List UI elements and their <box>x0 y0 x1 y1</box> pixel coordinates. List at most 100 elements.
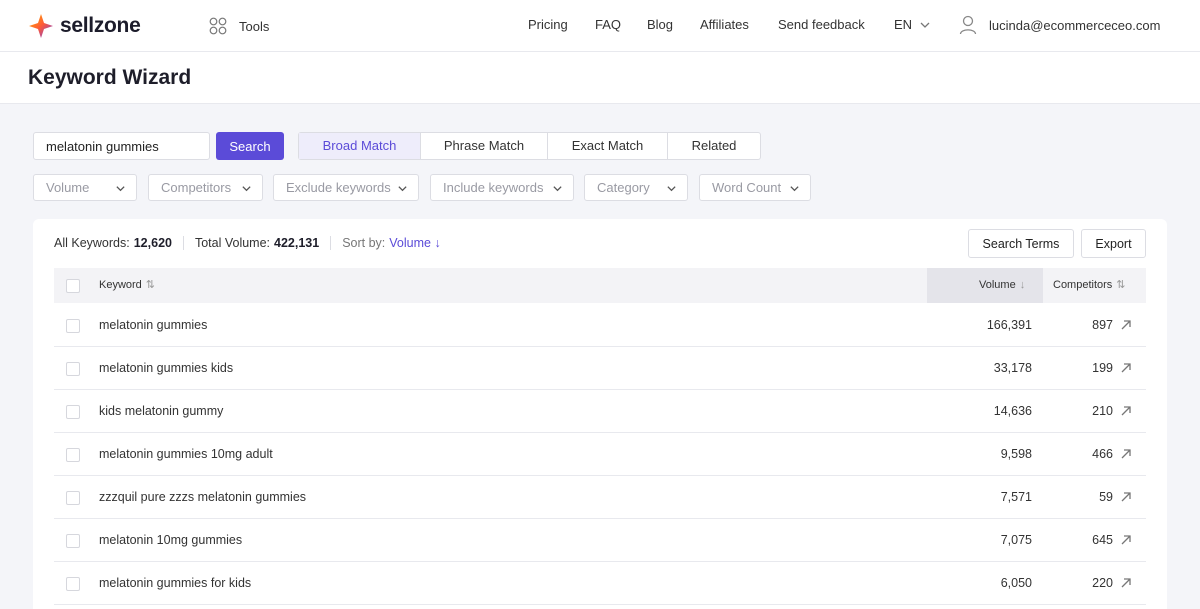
row-competitors: 466 <box>1092 447 1113 461</box>
row-volume: 14,636 <box>993 404 1032 418</box>
external-link-arrow-icon[interactable] <box>1120 405 1132 417</box>
chevron-down-icon <box>116 186 125 192</box>
search-button[interactable]: Search <box>216 132 284 160</box>
tab-broad-match[interactable]: Broad Match <box>299 133 421 159</box>
tab-related[interactable]: Related <box>668 133 760 159</box>
results-summary: All Keywords: 12,620 Total Volume: 422,1… <box>54 236 441 250</box>
filter-competitors[interactable]: Competitors <box>148 174 263 201</box>
brand-name: sellzone <box>60 14 141 37</box>
filter-exclude-keywords[interactable]: Exclude keywords <box>273 174 419 201</box>
nav-affiliates[interactable]: Affiliates <box>700 17 749 32</box>
chevron-down-icon <box>553 186 562 192</box>
row-keyword[interactable]: melatonin gummies for kids <box>99 576 251 590</box>
sort-down-arrow-icon: ↓ <box>1019 279 1026 291</box>
sort-arrows-icon: ⇅ <box>145 279 156 291</box>
tools-label: Tools <box>239 18 270 34</box>
row-competitors: 199 <box>1092 361 1113 375</box>
user-account-menu[interactable]: lucinda@ecommerceceo.com <box>959 15 1160 35</box>
filter-volume[interactable]: Volume <box>33 174 137 201</box>
total-volume-label: Total Volume: <box>194 236 271 250</box>
nav-send-feedback[interactable]: Send feedback <box>778 17 865 32</box>
filter-include-keywords[interactable]: Include keywords <box>430 174 574 201</box>
nav-faq[interactable]: FAQ <box>595 17 621 32</box>
table-row[interactable]: melatonin 10mg gummies 7,075 645 <box>54 519 1146 562</box>
table-row[interactable]: melatonin gummies for kids 6,050 220 <box>54 562 1146 605</box>
row-volume: 33,178 <box>993 361 1032 375</box>
row-checkbox[interactable] <box>66 448 80 462</box>
row-volume: 166,391 <box>986 318 1032 332</box>
row-checkbox[interactable] <box>66 362 80 376</box>
tools-menu[interactable]: Tools <box>209 16 269 36</box>
all-keywords-label: All Keywords: <box>54 236 130 250</box>
filter-category[interactable]: Category <box>584 174 688 201</box>
row-keyword[interactable]: melatonin gummies kids <box>99 361 233 375</box>
chevron-down-icon <box>398 186 407 192</box>
language-selector[interactable]: EN <box>894 17 931 32</box>
external-link-arrow-icon[interactable] <box>1120 362 1132 374</box>
column-header-keyword-label: Keyword <box>99 279 142 291</box>
user-icon <box>959 15 977 35</box>
user-email: lucinda@ecommerceceo.com <box>989 17 1161 33</box>
filter-word-count[interactable]: Word Count <box>699 174 811 201</box>
row-keyword[interactable]: melatonin 10mg gummies <box>99 533 242 547</box>
row-competitors: 210 <box>1092 404 1113 418</box>
top-navigation-bar: sellzone Tools Pricing FAQ Blog Affiliat… <box>0 0 1200 52</box>
row-volume: 7,571 <box>1000 490 1032 504</box>
column-header-competitors-label: Competitors <box>1053 279 1113 291</box>
column-header-keyword[interactable]: Keyword ⇅ <box>99 268 155 303</box>
external-link-arrow-icon[interactable] <box>1120 319 1132 331</box>
sort-arrows-icon: ⇅ <box>1116 279 1126 291</box>
divider <box>330 236 332 250</box>
column-header-volume[interactable]: Volume ↓ <box>979 268 1025 303</box>
row-checkbox[interactable] <box>66 405 80 419</box>
brand-logo[interactable]: sellzone <box>28 13 141 39</box>
external-link-arrow-icon[interactable] <box>1120 448 1132 460</box>
total-volume-value: 422,131 <box>274 236 320 250</box>
sellzone-logo-icon <box>29 14 53 38</box>
language-value: EN <box>894 17 913 32</box>
column-header-competitors[interactable]: Competitors ⇅ <box>1053 268 1126 303</box>
page-title: Keyword Wizard <box>28 66 192 89</box>
column-header-volume-label: Volume <box>979 279 1016 291</box>
row-competitors: 645 <box>1092 533 1113 547</box>
filter-exclude-keywords-label: Exclude keywords <box>286 180 391 195</box>
table-header: Keyword ⇅ Volume ↓ Competitors ⇅ <box>54 268 1146 303</box>
row-checkbox[interactable] <box>66 491 80 505</box>
sort-by-label: Sort by: <box>342 236 386 250</box>
row-competitors: 220 <box>1092 576 1113 590</box>
select-all-checkbox[interactable] <box>66 279 80 293</box>
sort-by-selector[interactable]: Volume ↓ <box>389 236 440 250</box>
row-keyword[interactable]: kids melatonin gummy <box>99 404 223 418</box>
tab-exact-match[interactable]: Exact Match <box>548 133 668 159</box>
row-checkbox[interactable] <box>66 534 80 548</box>
filter-volume-label: Volume <box>46 180 90 195</box>
match-type-tabs: Broad Match Phrase Match Exact Match Rel… <box>298 132 761 160</box>
table-row[interactable]: melatonin gummies 10mg adult 9,598 466 <box>54 433 1146 476</box>
table-row[interactable]: zzzquil pure zzzs melatonin gummies 7,57… <box>54 476 1146 519</box>
table-row[interactable]: kids melatonin gummy 14,636 210 <box>54 390 1146 433</box>
search-terms-button[interactable]: Search Terms <box>968 229 1074 258</box>
chevron-down-icon <box>242 186 251 192</box>
external-link-arrow-icon[interactable] <box>1120 491 1132 503</box>
external-link-arrow-icon[interactable] <box>1120 577 1132 589</box>
row-checkbox[interactable] <box>66 319 80 333</box>
row-checkbox[interactable] <box>66 577 80 591</box>
external-link-arrow-icon[interactable] <box>1120 534 1132 546</box>
chevron-down-icon <box>920 22 930 28</box>
keyword-search-input[interactable] <box>33 132 210 160</box>
table-row[interactable]: melatonin gummies 166,391 897 <box>54 304 1146 347</box>
row-keyword[interactable]: melatonin gummies <box>99 318 207 332</box>
table-row[interactable]: melatonin gummies kids 33,178 199 <box>54 347 1146 390</box>
export-button[interactable]: Export <box>1081 229 1146 258</box>
row-keyword[interactable]: zzzquil pure zzzs melatonin gummies <box>99 490 306 504</box>
row-volume: 6,050 <box>1000 576 1032 590</box>
row-keyword[interactable]: melatonin gummies 10mg adult <box>99 447 273 461</box>
filter-include-keywords-label: Include keywords <box>443 180 544 195</box>
nav-blog[interactable]: Blog <box>647 17 673 32</box>
results-panel: All Keywords: 12,620 Total Volume: 422,1… <box>33 219 1167 609</box>
row-competitors: 59 <box>1099 490 1113 504</box>
divider <box>182 236 184 250</box>
all-keywords-count: 12,620 <box>133 236 172 250</box>
nav-pricing[interactable]: Pricing <box>528 17 568 32</box>
tab-phrase-match[interactable]: Phrase Match <box>421 133 548 159</box>
